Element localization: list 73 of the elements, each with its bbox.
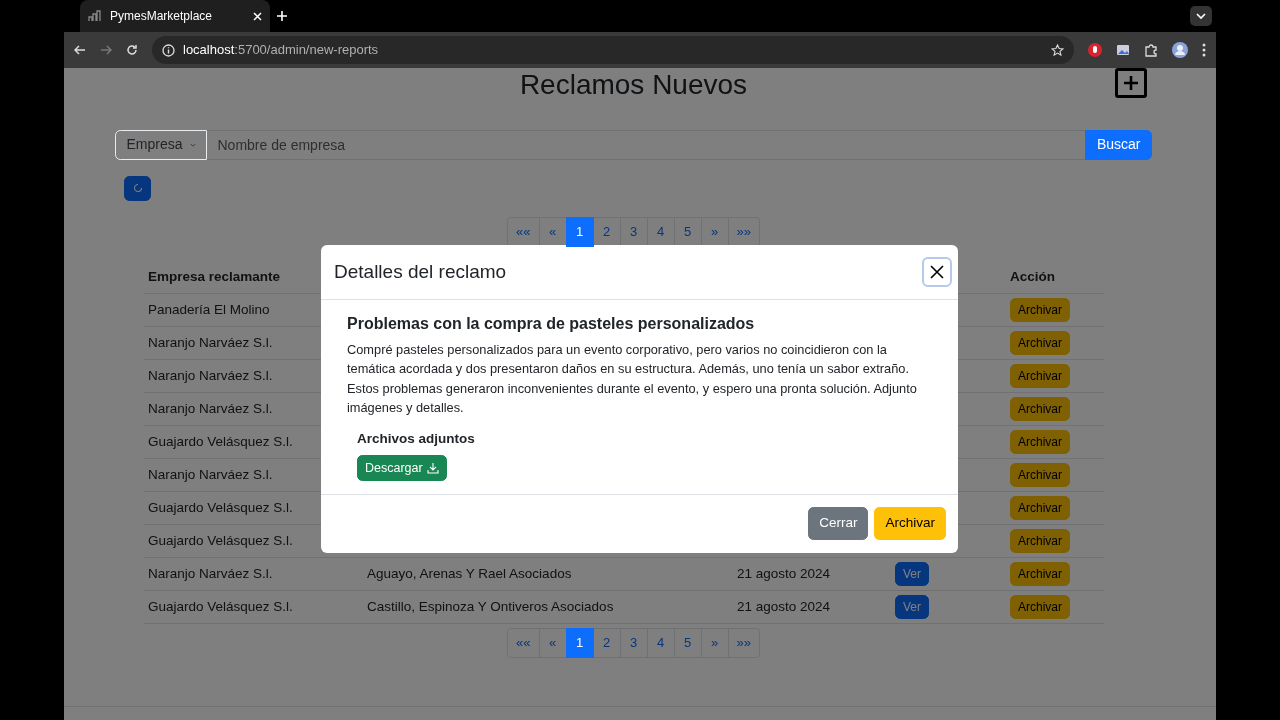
add-button[interactable]	[1115, 68, 1147, 98]
table-cell: 21 agosto 2024	[737, 566, 831, 581]
forward-icon[interactable]	[100, 44, 112, 56]
refresh-button[interactable]	[124, 175, 151, 201]
close-button[interactable]: Cerrar	[808, 507, 869, 540]
close-icon[interactable]	[253, 11, 262, 21]
attachments-label: Archivos adjuntos	[357, 430, 476, 449]
column-header: Acción	[1006, 260, 1104, 294]
back-icon[interactable]	[74, 44, 86, 56]
close-icon	[930, 265, 944, 279]
chevron-icon[interactable]	[1190, 6, 1212, 26]
archive-button[interactable]: Archivar	[1010, 496, 1070, 521]
view-button[interactable]: Ver	[895, 595, 929, 620]
archive-button[interactable]: Archivar	[1010, 430, 1070, 455]
complaint-text: Compré pasteles personalizados para un evento corporativo, pero varios no coincidieron con la temática acordada y dos presentaron daños en su estructura. Además, uno tenía un sabor extraño. Estos problemas generaron inconvenientes durante el evento, y espero una pronta solución. Adjunto imágenes y detalles.	[347, 341, 918, 418]
star-icon[interactable]	[1051, 43, 1064, 57]
filter-dropdown[interactable]: Empresa	[115, 129, 207, 160]
page-link[interactable]: 1	[565, 216, 594, 247]
page-link[interactable]: ««	[507, 628, 540, 659]
chart-icon	[88, 10, 102, 22]
page-link[interactable]: «	[538, 628, 567, 659]
menu-icon[interactable]	[1202, 43, 1206, 57]
reload-icon[interactable]	[126, 44, 138, 56]
table-cell: Naranjo Narváez S.l.	[148, 566, 273, 581]
info-icon	[162, 43, 175, 57]
table-cell: Naranjo Narváez S.l.	[148, 401, 273, 416]
avatar-icon[interactable]	[1172, 42, 1188, 58]
archive-button[interactable]: Archivar	[1010, 562, 1070, 587]
caret-icon	[189, 141, 196, 148]
new-tab-icon[interactable]	[277, 11, 287, 21]
page-link[interactable]: »	[700, 628, 729, 659]
image-icon[interactable]	[1116, 44, 1130, 56]
page-link[interactable]: ««	[507, 216, 540, 247]
archive-button[interactable]: Archivar	[1010, 364, 1070, 389]
table-cell: Naranjo Narváez S.l.	[148, 467, 273, 482]
address-bar[interactable]: localhost:5700/admin/new-reports	[152, 36, 1074, 64]
close-button[interactable]	[922, 257, 952, 287]
table-cell: Guajardo Velásquez S.l.	[148, 500, 293, 515]
extension-icon[interactable]	[1088, 43, 1102, 57]
table-cell: Panadería El Molino	[148, 302, 270, 317]
archive-button[interactable]: Archivar	[1010, 595, 1070, 620]
page-link[interactable]: 3	[619, 628, 648, 659]
complaint-heading: Problemas con la compra de pasteles personalizados	[347, 314, 756, 334]
table-cell: Guajardo Velásquez S.l.	[148, 434, 293, 449]
refresh-icon	[132, 183, 143, 194]
archive-button[interactable]: Archivar	[1010, 331, 1070, 356]
plus-icon	[1123, 75, 1139, 91]
archive-button[interactable]: Archivar	[1010, 397, 1070, 422]
archive-button[interactable]: Archivar	[874, 507, 946, 540]
search-button[interactable]: Buscar	[1085, 129, 1152, 160]
table-cell: 21 agosto 2024	[737, 599, 831, 614]
archive-button[interactable]: Archivar	[1010, 298, 1070, 323]
table-cell: Castillo, Espinoza Y Ontiveros Asociados	[367, 599, 614, 614]
table-cell: Guajardo Velásquez S.l.	[148, 599, 293, 614]
url-text: localhost:5700/admin/new-reports	[183, 41, 380, 60]
table-cell: Aguayo, Arenas Y Rael Asociados	[367, 566, 572, 581]
page-title: Reclamos Nuevos	[519, 68, 748, 102]
download-button[interactable]: Descargar	[357, 454, 447, 482]
archive-button[interactable]: Archivar	[1010, 463, 1070, 488]
download-icon	[426, 462, 439, 474]
puzzle-icon[interactable]	[1144, 43, 1158, 57]
table-cell: Naranjo Narváez S.l.	[148, 368, 273, 383]
page-link[interactable]: 1	[565, 628, 594, 659]
archive-button[interactable]: Archivar	[1010, 529, 1070, 554]
page-link[interactable]: 2	[592, 628, 621, 659]
table-cell: Naranjo Narváez S.l.	[148, 335, 273, 350]
table-cell: Guajardo Velásquez S.l.	[148, 533, 293, 548]
page-link[interactable]: »»	[727, 628, 760, 659]
page-link[interactable]: 4	[646, 628, 675, 659]
page-link[interactable]: »»	[727, 216, 760, 247]
page-link[interactable]: 5	[673, 628, 702, 659]
view-button[interactable]: Ver	[895, 562, 929, 587]
search-field[interactable]: Nombre de empresa	[206, 129, 1087, 160]
